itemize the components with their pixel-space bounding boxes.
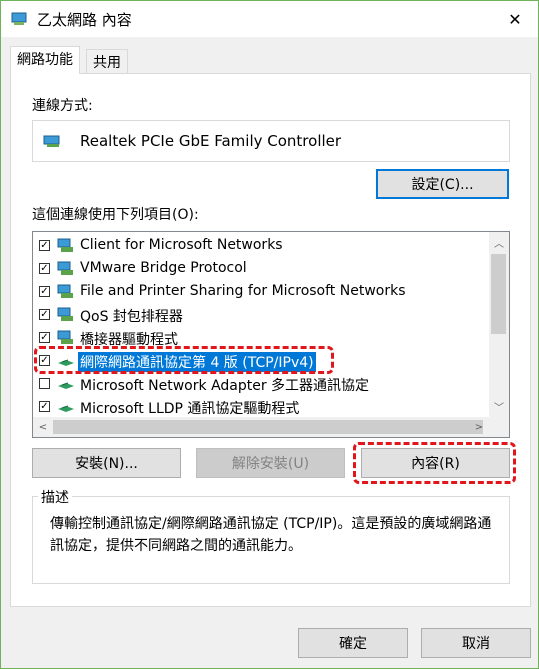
install-button[interactable]: 安裝(N)... — [32, 448, 181, 478]
uninstall-button[interactable]: 解除安裝(U) — [196, 448, 345, 478]
scroll-thumb[interactable] — [53, 420, 483, 434]
adapter-box: Realtek PCIe GbE Family Controller — [32, 120, 510, 162]
items-label: 這個連線使用下列項目(O): — [32, 207, 199, 223]
network-client-icon — [57, 238, 73, 252]
protocol-icon — [58, 382, 74, 389]
item-checkbox[interactable]: ✓ — [39, 309, 50, 320]
description-text: 傳輸控制通訊協定/網際網路通訊協定 (TCP/IP)。這是預設的廣域網路通訊協定… — [50, 516, 492, 554]
cancel-button[interactable]: 取消 — [421, 628, 531, 658]
close-button[interactable]: ✕ — [492, 1, 538, 37]
item-label: Microsoft LLDP 通訊協定驅動程式 — [80, 401, 300, 417]
scroll-down-icon[interactable]: ﹀ — [489, 396, 509, 416]
network-adapter-icon — [11, 12, 27, 25]
button-label: 解除安裝(U) — [231, 456, 310, 472]
scroll-left-icon[interactable]: < — [33, 417, 53, 437]
button-label: 設定(C)... — [411, 177, 474, 193]
adapter-name: Realtek PCIe GbE Family Controller — [80, 132, 342, 150]
components-list-items: ✓ Client for Microsoft Networks ✓ VMware Br… — [33, 234, 489, 418]
properties-button[interactable]: 內容(R) — [361, 448, 510, 478]
network-service-icon — [57, 330, 73, 344]
list-item[interactable]: ✓ File and Printer Sharing for Microsoft … — [33, 280, 489, 303]
configure-button[interactable]: 設定(C)... — [376, 169, 509, 199]
components-list[interactable]: ✓ Client for Microsoft Networks ✓ VMware Br… — [32, 231, 510, 438]
close-icon: ✕ — [508, 9, 522, 29]
item-label: VMware Bridge Protocol — [80, 260, 247, 276]
description-title: 描述 — [38, 487, 72, 507]
item-checkbox[interactable]: ✓ — [39, 355, 50, 366]
list-item[interactable]: ✓ QoS 封包排程器 — [33, 303, 489, 326]
connect-using-label: 連線方式: — [32, 98, 93, 114]
list-item[interactable]: ✓ VMware Bridge Protocol — [33, 257, 489, 280]
tab-label: 網路功能 — [17, 52, 73, 68]
item-checkbox[interactable]: ✓ — [39, 332, 50, 343]
item-checkbox[interactable]: ✓ — [39, 240, 50, 251]
protocol-icon — [58, 405, 74, 412]
item-label: 網際網路通訊協定第 4 版 (TCP/IPv4) — [78, 352, 316, 372]
button-label: 內容(R) — [411, 456, 460, 472]
list-item[interactable]: ✓ Client for Microsoft Networks — [33, 234, 489, 257]
item-label: Client for Microsoft Networks — [80, 237, 283, 253]
item-checkbox[interactable]: ✓ — [39, 401, 50, 412]
tab-networking[interactable]: 網路功能 — [10, 46, 80, 74]
protocol-icon — [58, 359, 74, 366]
button-label: 取消 — [462, 636, 490, 652]
button-label: 確定 — [339, 636, 367, 652]
list-item[interactable]: ✓ Microsoft LLDP 通訊協定驅動程式 — [33, 395, 489, 418]
item-label: File and Printer Sharing for Microsoft N… — [80, 283, 406, 299]
list-item[interactable]: Microsoft Network Adapter 多工器通訊協定 — [33, 372, 489, 395]
list-item[interactable]: ✓ 網際網路通訊協定第 4 版 (TCP/IPv4) — [33, 349, 489, 372]
properties-window: 乙太網路 內容 ✕ 共用 網路功能 連線方式: Realtek PCIe GbE… — [0, 0, 539, 669]
scroll-thumb[interactable] — [491, 254, 506, 334]
network-service-icon — [57, 307, 73, 321]
item-checkbox[interactable]: ✓ — [39, 263, 50, 274]
title-bar[interactable]: 乙太網路 內容 ✕ — [1, 1, 538, 37]
network-service-icon — [57, 261, 73, 275]
ok-button[interactable]: 確定 — [298, 628, 408, 658]
button-label: 安裝(N)... — [75, 456, 138, 472]
item-label: 橋接器驅動程式 — [80, 332, 178, 348]
scroll-up-icon[interactable]: ︿ — [489, 232, 509, 252]
window-title: 乙太網路 內容 — [37, 11, 132, 29]
vertical-scrollbar[interactable]: ︿ ﹀ — [489, 232, 509, 418]
item-label: QoS 封包排程器 — [80, 309, 183, 325]
list-item[interactable]: ✓ 橋接器驅動程式 — [33, 326, 489, 349]
tab-label: 共用 — [93, 55, 121, 71]
horizontal-scrollbar[interactable]: < > — [33, 417, 509, 437]
item-checkbox[interactable] — [39, 378, 50, 389]
item-label: Microsoft Network Adapter 多工器通訊協定 — [80, 378, 370, 394]
network-service-icon — [57, 284, 73, 298]
tab-sharing[interactable]: 共用 — [86, 49, 128, 73]
scroll-right-icon[interactable]: > — [469, 417, 489, 437]
network-adapter-icon — [43, 135, 60, 147]
item-checkbox[interactable]: ✓ — [39, 286, 50, 297]
